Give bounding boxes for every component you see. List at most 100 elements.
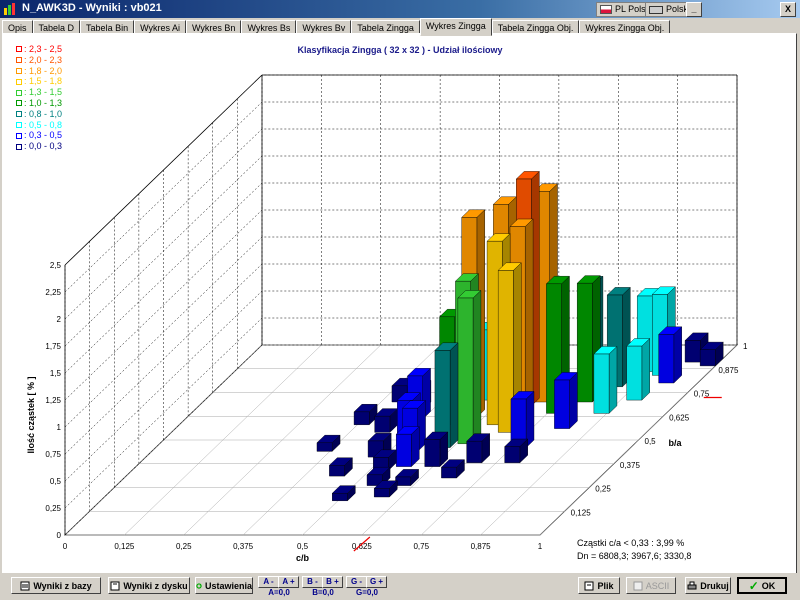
- drukuj-label: Drukuj: [700, 580, 729, 591]
- wyniki-z-dysku-label: Wyniki z dysku: [123, 580, 188, 591]
- ustawienia-button[interactable]: Ustawienia: [195, 577, 253, 594]
- checkmark-icon: ✓: [748, 578, 759, 593]
- bar-front-face: [396, 434, 412, 467]
- g-plus-button[interactable]: G +: [366, 576, 387, 588]
- y-tick-label: 2: [57, 315, 62, 324]
- legend-entry: : 1,0 - 1,3: [16, 98, 62, 109]
- bar-front-face: [395, 476, 411, 486]
- legend-swatch: [16, 111, 22, 118]
- legend-entry: : 0,8 - 1,0: [16, 109, 62, 120]
- bottom-toolbar: Wyniki z bazy Wyniki z dysku Ustawienia …: [0, 573, 800, 600]
- legend-swatch: [16, 89, 22, 96]
- bar-front-face: [374, 416, 391, 433]
- y-tick-label: 1,75: [45, 342, 61, 351]
- plik-button[interactable]: Plik: [578, 577, 620, 594]
- ascii-label: ASCII: [645, 580, 670, 591]
- legend-label: : 2,3 - 2,5: [24, 44, 63, 54]
- legend-swatch: [16, 143, 22, 150]
- height-grid-line: [64, 128, 737, 320]
- legend-swatch: [16, 67, 22, 74]
- chart-bar: [593, 345, 618, 414]
- disk-icon: [110, 581, 120, 590]
- bar-front-face: [329, 465, 345, 477]
- y-tick-label: 2,25: [45, 288, 61, 297]
- legend-swatch: [16, 46, 22, 53]
- bar-side-face: [472, 289, 482, 445]
- legend-entry: : 2,0 - 2,3: [16, 55, 62, 66]
- legend-label: : 0,5 - 0,8: [24, 119, 63, 130]
- ok-button[interactable]: ✓ OK: [737, 577, 787, 594]
- y-tick-label: 1: [57, 423, 62, 432]
- legend-swatch: [16, 132, 22, 139]
- x-tick-label: 0,75: [413, 542, 429, 551]
- stat-dn: Dn = 6808,3; 3967,6; 3330,8: [577, 551, 692, 561]
- bar-front-face: [658, 334, 675, 384]
- bar-front-face: [353, 411, 370, 425]
- z-tick-label: 0,25: [595, 485, 611, 494]
- legend-entry: : 0,0 - 0,3: [16, 141, 62, 152]
- bar-front-face: [699, 349, 716, 367]
- wyniki-z-dysku-button[interactable]: Wyniki z dysku: [108, 577, 190, 594]
- bar-side-face: [449, 342, 459, 449]
- bar-front-face: [316, 442, 333, 452]
- bar-side-face: [641, 338, 650, 401]
- chart-title: Klasyfikacja Zingga ( 32 x 32 ) - Udział…: [297, 45, 503, 55]
- a-plus-button[interactable]: A +: [278, 576, 299, 588]
- height-grid-line: [64, 101, 737, 293]
- y-tick-label: 1,5: [50, 369, 62, 378]
- tab-wykres-zingga[interactable]: Wykres Zingga: [419, 18, 492, 36]
- y-tick-label: 2,5: [50, 261, 62, 270]
- bar-side-face: [569, 371, 578, 430]
- legend-label: : 0,0 - 0,3: [24, 141, 63, 152]
- legend-swatch: [16, 121, 22, 128]
- legend-entry: : 1,8 - 2,0: [16, 66, 62, 77]
- b-value: B=0,0: [312, 588, 334, 597]
- drukuj-button[interactable]: Drukuj: [685, 577, 731, 594]
- chart-bar: [466, 433, 491, 464]
- b-minus-button[interactable]: B -: [302, 576, 323, 588]
- z-tick-label: 0,5: [645, 437, 657, 446]
- printer-icon: [687, 581, 697, 589]
- ascii-button[interactable]: ASCII: [626, 577, 676, 594]
- legend-swatch: [16, 78, 22, 85]
- bar-front-face: [504, 446, 521, 463]
- legend-label: : 0,3 - 0,5: [24, 130, 63, 141]
- stat-fine-particles: Cząstki c/a < 0,33 : 3,99 %: [577, 538, 685, 548]
- chart-bar: [553, 371, 578, 430]
- legend-label: : 1,5 - 1,8: [24, 76, 63, 87]
- ustawienia-label: Ustawienia: [204, 580, 252, 591]
- legend-entry: : 2,3 - 2,5: [16, 44, 62, 55]
- x-tick-label: 0,375: [233, 542, 254, 551]
- bar-front-face: [626, 345, 643, 401]
- g-minus-button[interactable]: G -: [346, 576, 367, 588]
- x-tick-label: 0,5: [297, 542, 309, 551]
- settings-refresh-icon: [196, 582, 202, 589]
- wyniki-z-bazy-label: Wyniki z bazy: [33, 580, 92, 591]
- bar-front-face: [466, 441, 483, 463]
- legend-label: : 1,8 - 2,0: [24, 65, 63, 76]
- bar-front-face: [374, 488, 390, 498]
- bar-front-face: [577, 283, 593, 403]
- legend-entry: : 0,5 - 0,8: [16, 120, 62, 131]
- legend: : 2,3 - 2,5: 2,0 - 2,3: 1,8 - 2,0: 1,5 -…: [16, 44, 62, 152]
- z-tick-label: 0,375: [620, 461, 641, 470]
- x-tick-label: 0: [63, 542, 68, 551]
- a-minus-button[interactable]: A -: [258, 576, 279, 588]
- a-value: A=0,0: [268, 588, 290, 597]
- wyniki-z-bazy-button[interactable]: Wyniki z bazy: [11, 577, 101, 594]
- x-tick-label: 0,875: [471, 542, 492, 551]
- bar-front-face: [424, 439, 441, 467]
- chart-bar: [658, 326, 683, 384]
- z-tick-label: 0,625: [669, 413, 690, 422]
- bar-front-face: [441, 467, 457, 479]
- x-axis-label: c/b: [296, 553, 310, 563]
- y-tick-label: 0: [57, 531, 62, 540]
- legend-swatch: [16, 57, 22, 64]
- chart-bar: [457, 289, 482, 445]
- b-plus-button[interactable]: B +: [322, 576, 343, 588]
- ok-label: OK: [761, 580, 776, 591]
- bar-front-face: [332, 493, 348, 501]
- chart-bar: [395, 426, 420, 468]
- ascii-icon: [633, 581, 643, 590]
- legend-label: : 2,0 - 2,3: [24, 54, 63, 65]
